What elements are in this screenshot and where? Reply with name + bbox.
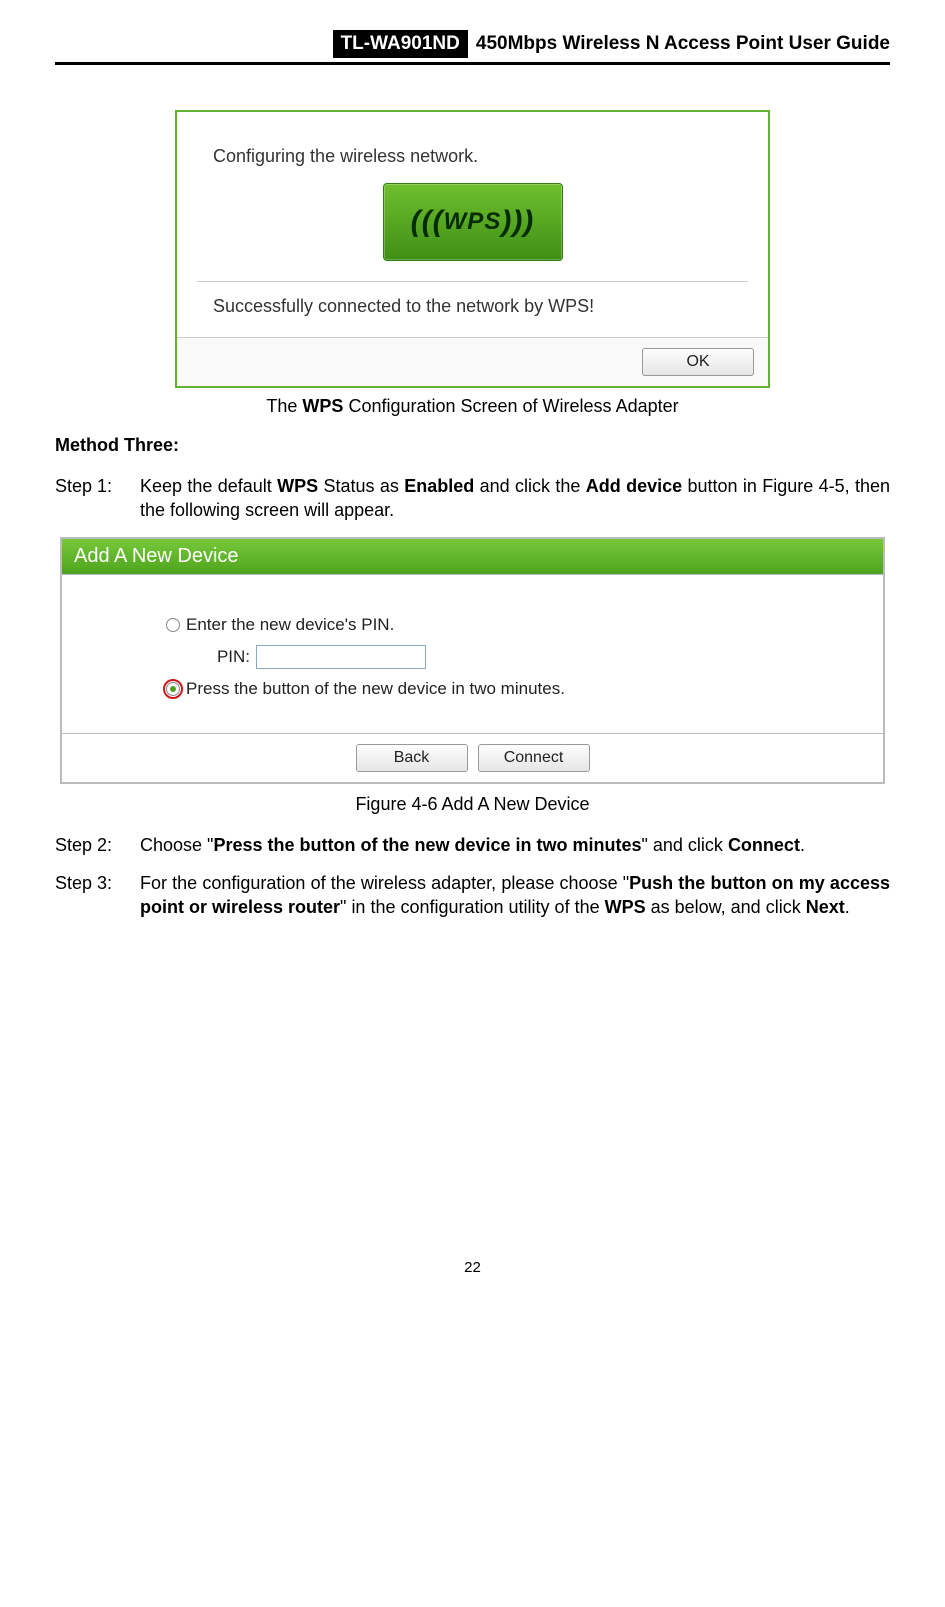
model-tag: TL-WA901ND: [333, 30, 468, 58]
wps-configuring-text: Configuring the wireless network.: [213, 146, 732, 167]
figure-caption-wps: The WPS Configuration Screen of Wireless…: [55, 396, 890, 417]
wps-logo-icon: ((( WPS ))): [383, 183, 563, 261]
radio-press-button[interactable]: [166, 682, 180, 696]
step-label: Step 3:: [55, 871, 140, 920]
step-body: Choose "Press the button of the new devi…: [140, 833, 890, 857]
wps-dialog-body: Configuring the wireless network. ((( WP…: [177, 112, 768, 337]
text: as below, and click: [646, 897, 806, 917]
text: .: [845, 897, 850, 917]
signal-left-icon: (((: [411, 205, 444, 239]
panel-footer: Back Connect: [62, 734, 883, 782]
page-header: TL-WA901ND 450Mbps Wireless N Access Poi…: [55, 30, 890, 65]
text: " and click: [642, 835, 728, 855]
option-label: Enter the new device's PIN.: [186, 615, 394, 635]
add-device-panel: Add A New Device Enter the new device's …: [60, 537, 885, 784]
text: Keep the default: [140, 476, 277, 496]
pin-input[interactable]: [256, 645, 426, 669]
text: and click the: [474, 476, 585, 496]
figure-4-6-caption: Figure 4-6 Add A New Device: [55, 794, 890, 815]
pin-row: PIN:: [206, 645, 853, 669]
step-3: Step 3: For the configuration of the wir…: [55, 871, 890, 920]
radio-enter-pin[interactable]: [166, 618, 180, 632]
panel-titlebar: Add A New Device: [62, 539, 883, 575]
text: .: [800, 835, 805, 855]
pin-label: PIN:: [206, 647, 250, 667]
step-body: Keep the default WPS Status as Enabled a…: [140, 474, 890, 523]
wps-config-dialog: Configuring the wireless network. ((( WP…: [175, 110, 770, 388]
radio-dot-icon: [170, 686, 176, 692]
step-label: Step 2:: [55, 833, 140, 857]
method-heading: Method Three:: [55, 435, 890, 456]
wps-dialog-footer: OK: [177, 337, 768, 386]
wps-logo-text: WPS: [444, 208, 502, 236]
text: Status as: [318, 476, 404, 496]
text-bold: Next: [806, 897, 845, 917]
connect-button[interactable]: Connect: [478, 744, 590, 772]
text-bold: Add device: [586, 476, 682, 496]
caption-text: The: [266, 396, 302, 416]
ok-button[interactable]: OK: [642, 348, 754, 376]
text-bold: Connect: [728, 835, 800, 855]
divider: [197, 281, 748, 282]
back-button[interactable]: Back: [356, 744, 468, 772]
step-body: For the configuration of the wireless ad…: [140, 871, 890, 920]
signal-right-icon: ))): [501, 205, 534, 239]
step-1: Step 1: Keep the default WPS Status as E…: [55, 474, 890, 523]
panel-body: Enter the new device's PIN. PIN: Press t…: [62, 575, 883, 734]
text-bold: WPS: [277, 476, 318, 496]
option-label: Press the button of the new device in tw…: [186, 679, 565, 699]
caption-bold: WPS: [302, 396, 343, 416]
text: " in the configuration utility of the: [340, 897, 605, 917]
text-bold: Enabled: [404, 476, 474, 496]
wps-success-text: Successfully connected to the network by…: [213, 296, 732, 317]
caption-text: Configuration Screen of Wireless Adapter: [343, 396, 678, 416]
option-press-button-row: Press the button of the new device in tw…: [166, 679, 853, 699]
page-number: 22: [55, 1259, 890, 1276]
text-bold: Press the button of the new device in tw…: [213, 835, 641, 855]
text: For the configuration of the wireless ad…: [140, 873, 629, 893]
guide-title: 450Mbps Wireless N Access Point User Gui…: [476, 33, 890, 55]
text: Choose ": [140, 835, 213, 855]
text-bold: WPS: [605, 897, 646, 917]
step-label: Step 1:: [55, 474, 140, 523]
option-enter-pin-row: Enter the new device's PIN.: [166, 615, 853, 635]
step-2: Step 2: Choose "Press the button of the …: [55, 833, 890, 857]
